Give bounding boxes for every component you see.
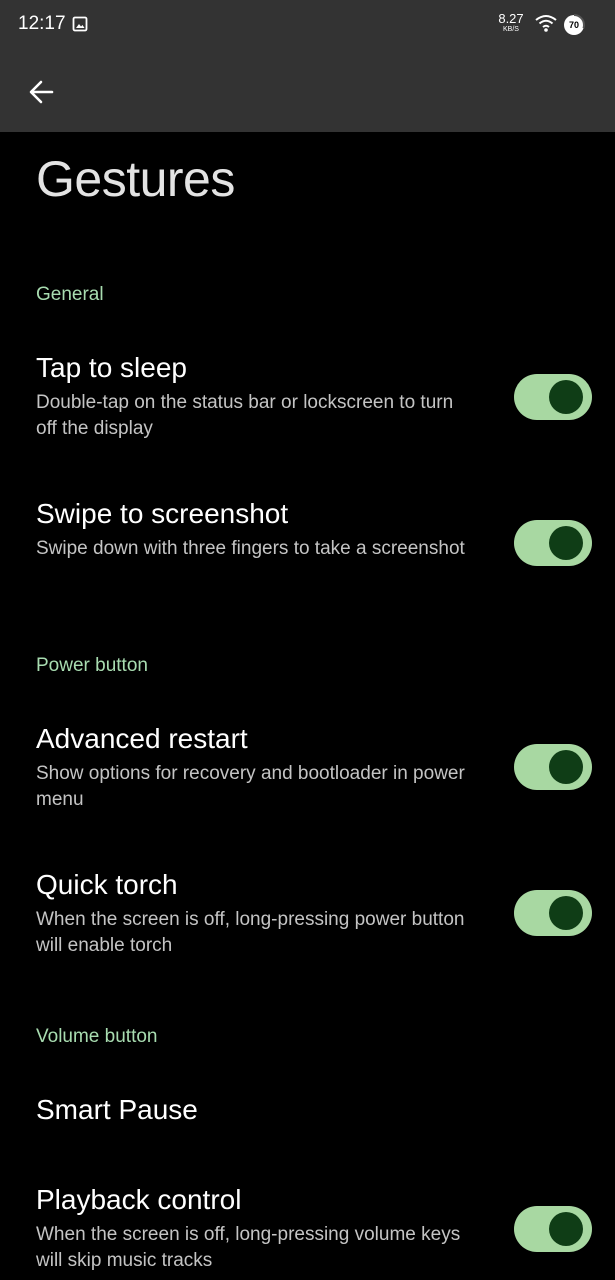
toggle-thumb xyxy=(549,1212,583,1246)
setting-title: Advanced restart xyxy=(36,723,248,754)
toggle-thumb xyxy=(549,750,583,784)
swipe-to-screenshot-toggle[interactable] xyxy=(514,520,592,566)
arrow-back-icon xyxy=(29,80,54,104)
setting-title: Playback control xyxy=(36,1184,242,1215)
setting-title: Swipe to screenshot xyxy=(36,498,289,529)
battery-level: 70 xyxy=(568,20,579,30)
back-button[interactable] xyxy=(18,70,64,114)
tap-to-sleep-toggle[interactable] xyxy=(514,374,592,420)
battery-icon: 70 xyxy=(563,14,585,36)
setting-summary: When the screen is off, long-pressing vo… xyxy=(36,1224,461,1271)
status-time: 12:17 xyxy=(18,13,66,34)
network-speed-value: 8.27 xyxy=(498,11,524,26)
section-header-volume-button: Volume button xyxy=(36,1026,158,1047)
status-bar: 12:17 8.27 KB/S 70 xyxy=(0,0,615,50)
toggle-thumb xyxy=(549,896,583,930)
toggle-thumb xyxy=(549,380,583,414)
app-bar xyxy=(0,50,615,132)
network-speed: 8.27 KB/S xyxy=(494,12,528,33)
advanced-restart-toggle[interactable] xyxy=(514,744,592,790)
setting-smart-pause[interactable]: Smart Pause xyxy=(0,1094,615,1154)
wifi-icon xyxy=(535,15,557,32)
setting-summary: Double-tap on the status bar or lockscre… xyxy=(36,392,454,439)
setting-title: Smart Pause xyxy=(36,1094,198,1125)
quick-torch-toggle[interactable] xyxy=(514,890,592,936)
toggle-thumb xyxy=(549,526,583,560)
setting-summary: Swipe down with three fingers to take a … xyxy=(36,538,465,559)
page-title: Gestures xyxy=(36,151,235,207)
setting-summary: Show options for recovery and bootloader… xyxy=(36,763,465,810)
network-speed-unit: KB/S xyxy=(503,26,519,33)
setting-title: Tap to sleep xyxy=(36,352,187,383)
section-header-power-button: Power button xyxy=(36,655,148,676)
section-header-general: General xyxy=(36,284,104,305)
setting-title: Quick torch xyxy=(36,869,178,900)
image-notification-icon xyxy=(72,16,88,32)
setting-summary: When the screen is off, long-pressing po… xyxy=(36,909,465,956)
playback-control-toggle[interactable] xyxy=(514,1206,592,1252)
